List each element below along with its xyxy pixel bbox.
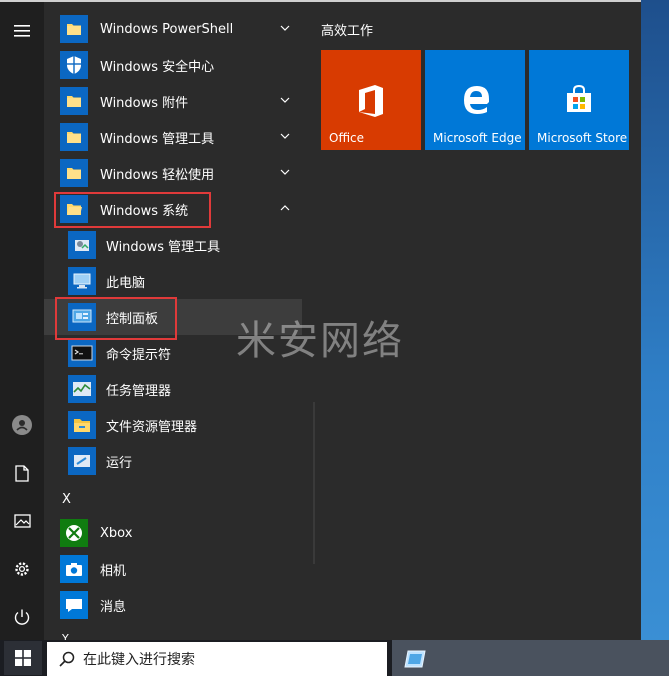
- highlight-box-control-panel: [55, 297, 177, 340]
- chevron-up-icon: [280, 205, 290, 211]
- app-label: Xbox: [100, 525, 133, 541]
- folder-icon: [60, 87, 88, 115]
- pictures-icon[interactable]: [0, 499, 44, 543]
- app-label: Windows PowerShell: [100, 21, 234, 37]
- chevron-down-icon: [280, 97, 290, 103]
- run-icon: [68, 447, 96, 475]
- camera-icon: [60, 555, 88, 583]
- tile-office[interactable]: Office: [321, 50, 421, 150]
- app-label: Windows 轻松使用: [100, 167, 215, 183]
- app-row-admin-tools[interactable]: Windows 管理工具: [44, 119, 306, 155]
- xbox-icon: [60, 519, 88, 547]
- app-label: 文件资源管理器: [106, 419, 198, 435]
- chevron-down-icon: [280, 133, 290, 139]
- office-icon: [359, 85, 383, 117]
- tile-label: Microsoft Edge: [433, 131, 522, 145]
- taskbar-right-area: [392, 640, 669, 676]
- edge-icon: [464, 86, 489, 114]
- control-panel-icon: [404, 650, 426, 668]
- app-row-xbox[interactable]: Xbox: [44, 515, 306, 551]
- app-row-task-manager[interactable]: 任务管理器: [44, 371, 306, 407]
- taskbar-search-box[interactable]: 在此键入进行搜索: [47, 642, 387, 676]
- chevron-down-icon: [280, 169, 290, 175]
- taskbar-control-panel-app[interactable]: [400, 646, 430, 672]
- search-placeholder: 在此键入进行搜索: [83, 652, 195, 668]
- app-row-accessories[interactable]: Windows 附件: [44, 83, 306, 119]
- app-label: Windows 管理工具: [106, 239, 221, 255]
- app-row-file-explorer[interactable]: 文件资源管理器: [44, 407, 306, 443]
- section-header-x[interactable]: X: [62, 492, 71, 507]
- search-icon: [59, 651, 75, 667]
- user-avatar-icon[interactable]: [0, 403, 44, 447]
- app-label: 相机: [100, 563, 127, 579]
- start-button[interactable]: [4, 641, 42, 675]
- app-row-ease-of-access[interactable]: Windows 轻松使用: [44, 155, 306, 191]
- app-label: 此电脑: [106, 275, 146, 291]
- desktop-background: [641, 0, 669, 640]
- app-row-powershell[interactable]: Windows PowerShell: [44, 11, 306, 47]
- tile-label: Microsoft Store: [537, 131, 628, 145]
- task-manager-icon: [68, 375, 96, 403]
- store-icon: [567, 84, 591, 112]
- shield-icon: [60, 51, 88, 79]
- this-pc-icon: [68, 267, 96, 295]
- app-row-this-pc[interactable]: 此电脑: [44, 263, 306, 299]
- hamburger-menu-icon[interactable]: [0, 9, 44, 53]
- scroll-divider: [313, 402, 315, 564]
- highlight-box-windows-system: [54, 192, 211, 228]
- tile-label: Office: [329, 131, 365, 145]
- chevron-down-icon: [280, 25, 290, 31]
- folder-icon: [60, 15, 88, 43]
- admin-tools-icon: [68, 231, 96, 259]
- app-row-messaging[interactable]: 消息: [44, 587, 306, 623]
- app-row-sub-admin-tools[interactable]: Windows 管理工具: [44, 227, 306, 263]
- cmd-icon: [68, 339, 96, 367]
- start-rail: [0, 2, 44, 640]
- settings-gear-icon[interactable]: [0, 547, 44, 591]
- messaging-icon: [60, 591, 88, 619]
- folder-icon: [60, 159, 88, 187]
- tile-group-title[interactable]: 高效工作: [321, 20, 373, 39]
- app-label: 命令提示符: [106, 347, 172, 363]
- watermark-text: 米安网络: [236, 318, 404, 364]
- tile-microsoft-store[interactable]: Microsoft Store: [529, 50, 629, 150]
- power-icon[interactable]: [0, 595, 44, 639]
- app-label: 任务管理器: [106, 383, 172, 399]
- documents-icon[interactable]: [0, 451, 44, 495]
- windows-logo-icon: [15, 650, 31, 666]
- app-row-security-center[interactable]: Windows 安全中心: [44, 47, 306, 83]
- app-row-camera[interactable]: 相机: [44, 551, 306, 587]
- app-row-run[interactable]: 运行: [44, 443, 306, 479]
- folder-icon: [60, 123, 88, 151]
- app-label: Windows 管理工具: [100, 131, 215, 147]
- app-label: Windows 附件: [100, 95, 189, 111]
- app-label: 运行: [106, 455, 133, 471]
- file-explorer-icon: [68, 411, 96, 439]
- app-label: 消息: [100, 599, 127, 615]
- tile-microsoft-edge[interactable]: Microsoft Edge: [425, 50, 525, 150]
- app-label: Windows 安全中心: [100, 59, 215, 75]
